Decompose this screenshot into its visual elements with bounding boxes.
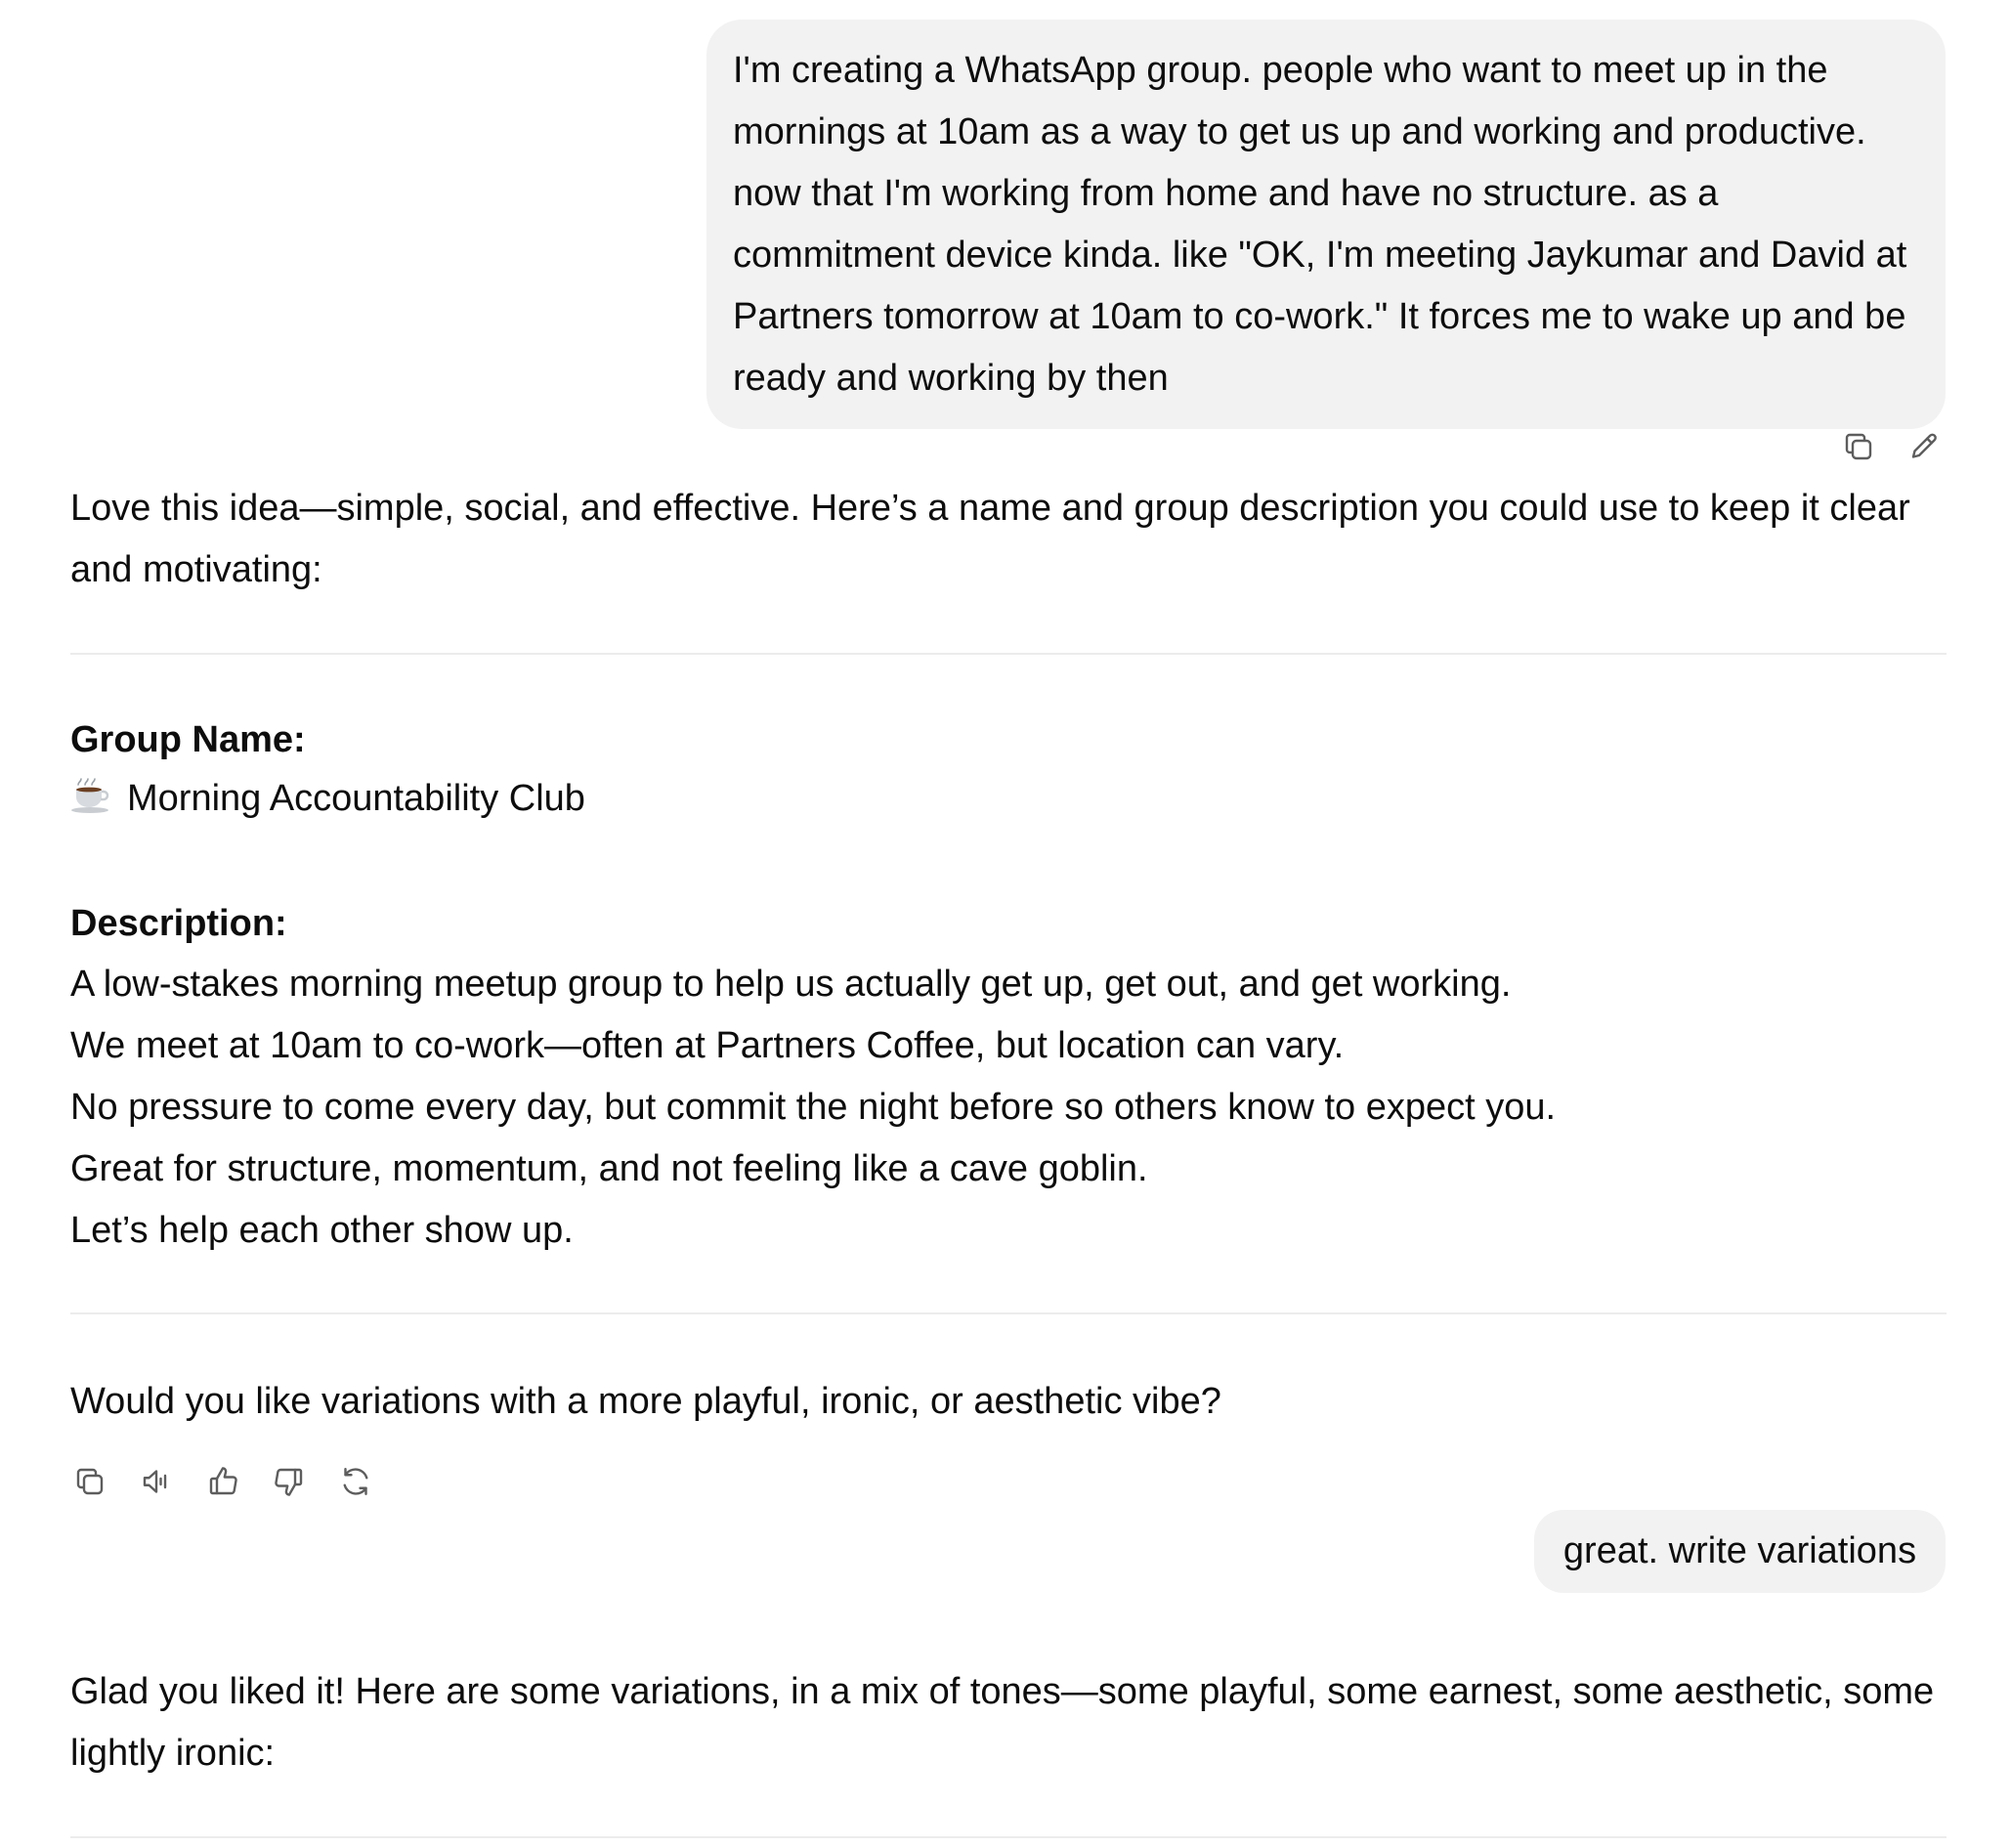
- response-actions: [70, 1460, 375, 1503]
- follow-up-question: Would you like variations with a more pl…: [70, 1381, 1221, 1422]
- group-name-section: Group Name: Morning Accountability Club: [70, 711, 1947, 829]
- user-message-line: I'm creating a WhatsApp group. people wh…: [733, 50, 1828, 91]
- divider: [70, 1312, 1947, 1314]
- divider: [70, 653, 1947, 655]
- user-message-line: mornings at 10am as a way to get us up a…: [733, 111, 1866, 152]
- description-line: Let’s help each other show up.: [70, 1210, 574, 1251]
- assistant-text-line: Love this idea—simple, social, and effec…: [70, 488, 1910, 529]
- user-message-line: ready and working by then: [733, 358, 1169, 399]
- chat-transcript: I'm creating a WhatsApp group. people wh…: [0, 0, 2011, 1848]
- user-message-line: Partners tomorrow at 10am to co-work." I…: [733, 296, 1906, 337]
- copy-icon[interactable]: [1839, 427, 1878, 466]
- refresh-icon[interactable]: [336, 1462, 375, 1501]
- user-message-line: now that I'm working from home and have …: [733, 173, 1719, 214]
- user-message-line: commitment device kinda. like "OK, I'm m…: [733, 235, 1907, 276]
- user-message-text: great. write variations: [1562, 1530, 1917, 1571]
- thumbs-down-icon[interactable]: [270, 1462, 309, 1501]
- divider: [70, 1836, 1947, 1838]
- copy-icon[interactable]: [70, 1462, 109, 1501]
- assistant-intro: Love this idea—simple, social, and effec…: [70, 478, 1947, 601]
- assistant-reply: Glad you liked it! Here are some variati…: [70, 1661, 1947, 1784]
- speaker-icon[interactable]: [137, 1462, 176, 1501]
- user-message-bubble: great. write variations: [1534, 1510, 1946, 1593]
- description-line: No pressure to come every day, but commi…: [70, 1087, 1557, 1128]
- description-line: A low-stakes morning meetup group to hel…: [70, 964, 1512, 1005]
- thumbs-up-icon[interactable]: [203, 1462, 242, 1501]
- group-name-label: Group Name:: [70, 719, 306, 760]
- assistant-text-line: and motivating:: [70, 549, 322, 590]
- description-section: Description: A low-stakes morning meetup…: [70, 893, 1947, 1262]
- user-message-bubble: I'm creating a WhatsApp group. people wh…: [706, 20, 1946, 429]
- assistant-text-line: Glad you liked it! Here are some variati…: [70, 1671, 1935, 1712]
- coffee-cup-icon: [71, 778, 109, 813]
- pencil-icon[interactable]: [1905, 427, 1945, 466]
- group-name-value: Morning Accountability Club: [127, 778, 585, 819]
- assistant-text-line: lightly ironic:: [70, 1733, 276, 1774]
- description-label: Description:: [70, 903, 287, 944]
- assistant-follow-up: Would you like variations with a more pl…: [70, 1371, 1947, 1433]
- description-line: Great for structure, momentum, and not f…: [70, 1148, 1148, 1189]
- description-line: We meet at 10am to co-work—often at Part…: [70, 1025, 1345, 1066]
- user-message-actions: [1839, 427, 1945, 466]
- group-name-row: Morning Accountability Club: [70, 768, 1947, 829]
